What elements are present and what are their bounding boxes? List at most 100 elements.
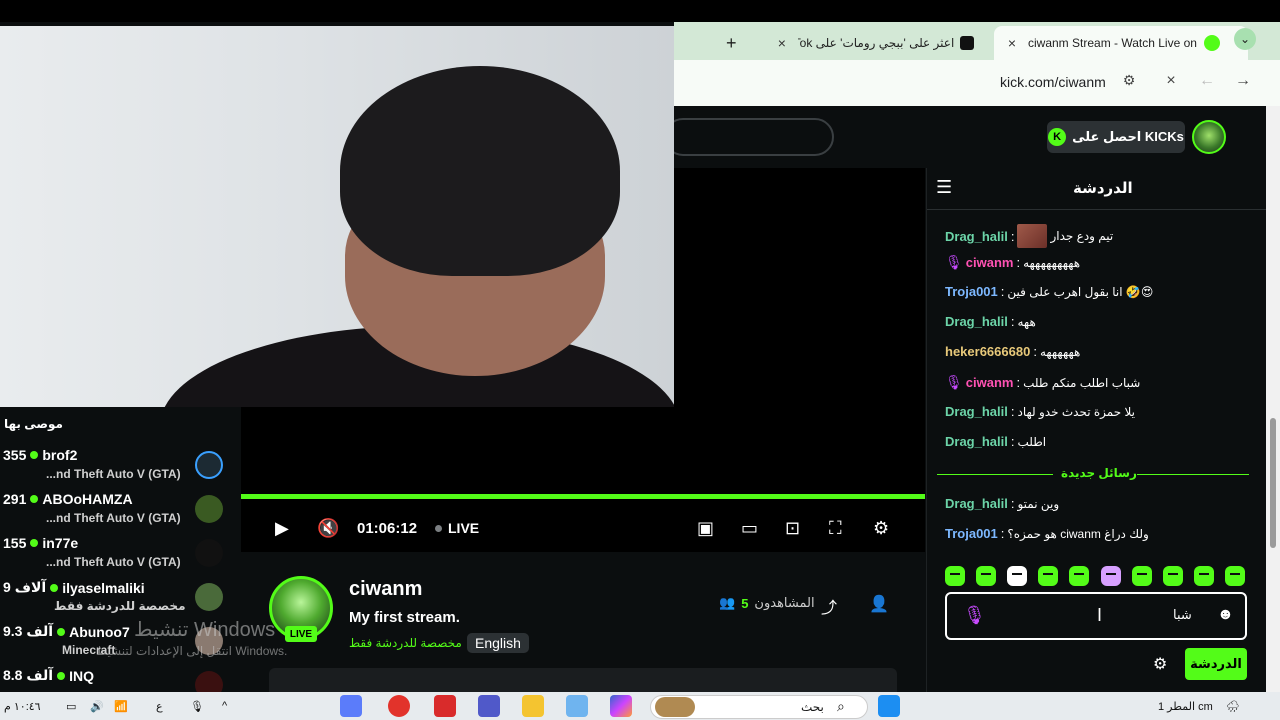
progress-bar[interactable] bbox=[241, 494, 925, 499]
emote-icon[interactable] bbox=[976, 566, 997, 586]
network-icon[interactable]: ▭ bbox=[66, 696, 76, 716]
viewer-count: 9 آلاف bbox=[3, 579, 47, 595]
kick-favicon-icon bbox=[1204, 35, 1220, 51]
share-icon[interactable]: ⤴ bbox=[821, 594, 837, 618]
site-settings-icon[interactable]: ⚙ bbox=[1118, 72, 1140, 89]
emote-icon[interactable] bbox=[1162, 566, 1183, 586]
chevron-up-icon[interactable]: ^ bbox=[222, 696, 227, 716]
theater-mode-icon[interactable]: ▭ bbox=[741, 516, 758, 540]
get-kicks-label: احصل على KICKs bbox=[1072, 129, 1184, 144]
miniplayer-icon[interactable]: ▣ bbox=[697, 516, 714, 540]
avatar bbox=[195, 495, 223, 523]
live-dot-icon bbox=[30, 495, 39, 503]
chat-username[interactable]: Drag_halil bbox=[945, 314, 1008, 329]
weather-text[interactable]: المطر 1 cm bbox=[1158, 696, 1213, 716]
photos-icon[interactable] bbox=[566, 695, 588, 717]
language-tag[interactable]: English bbox=[467, 633, 529, 653]
new-tab-button[interactable]: + bbox=[726, 26, 750, 60]
emote-icon[interactable] bbox=[1007, 566, 1028, 586]
chat-username[interactable]: Troja001 bbox=[945, 526, 998, 541]
search-input[interactable] bbox=[664, 118, 834, 156]
emote-icon[interactable] bbox=[1038, 566, 1059, 586]
page-scrollbar[interactable] bbox=[1266, 106, 1280, 692]
scrollbar-thumb[interactable] bbox=[1270, 418, 1276, 548]
recommended-item[interactable]: 155 in77e ...nd Theft Auto V (GTA) bbox=[0, 535, 241, 579]
chat-username[interactable]: ciwanm bbox=[966, 255, 1014, 270]
teams-icon[interactable] bbox=[340, 695, 362, 717]
volume-icon[interactable]: 🔊 bbox=[90, 696, 104, 716]
search-highlight-icon bbox=[655, 697, 695, 717]
chat-username[interactable]: ciwanm bbox=[966, 375, 1014, 390]
emote-icon[interactable] bbox=[945, 566, 965, 586]
avatar bbox=[195, 539, 223, 567]
recommended-item[interactable]: 291 ABOoHAMZA ...nd Theft Auto V (GTA) bbox=[0, 491, 241, 535]
wps-icon[interactable] bbox=[434, 695, 456, 717]
live-indicator[interactable]: LIVE bbox=[435, 516, 479, 540]
tab-search-button[interactable]: ⌄ bbox=[1234, 28, 1256, 50]
close-tab-icon[interactable]: × bbox=[774, 35, 790, 51]
chat-title: الدردشة bbox=[1073, 180, 1133, 197]
player-controls: ▶ 🔇 01:06:12 LIVE ▣ ▭ ⊡ ⛶ ⚙ bbox=[241, 508, 925, 548]
forward-arrow-icon[interactable]: ← bbox=[1196, 72, 1218, 90]
chat-message: Drag_halil: وين نمتو bbox=[945, 496, 1060, 511]
chevron-down-icon: ⌄ bbox=[1239, 32, 1251, 46]
app-icon[interactable] bbox=[388, 695, 410, 717]
input-language[interactable]: ع bbox=[156, 696, 163, 716]
chat-username[interactable]: heker6666680 bbox=[945, 344, 1030, 359]
channel-name[interactable]: ciwanm bbox=[349, 578, 422, 601]
tab-kick[interactable]: × ciwanm Stream - Watch Live on bbox=[994, 26, 1248, 60]
back-arrow-icon[interactable]: → bbox=[1232, 72, 1254, 90]
chat-message: Drag_halil: اطلب bbox=[945, 434, 1047, 449]
settings-gear-icon[interactable]: ⚙ bbox=[873, 516, 889, 540]
chat-input[interactable]: 🎙 I شبا ☻ bbox=[945, 592, 1247, 640]
recommended-item[interactable]: 355 brof2 ...nd Theft Auto V (GTA) bbox=[0, 447, 241, 491]
get-kicks-button[interactable]: K احصل على KICKs bbox=[1047, 121, 1185, 153]
file-explorer-icon[interactable] bbox=[522, 695, 544, 717]
live-dot-icon bbox=[435, 524, 442, 532]
channel-name: ilyaselmaliki bbox=[62, 579, 145, 596]
chat-settings-icon[interactable]: ⚙ bbox=[1153, 654, 1167, 674]
play-icon[interactable]: ▶ bbox=[275, 516, 289, 540]
emote-icon[interactable] bbox=[1100, 566, 1121, 586]
microphone-tray-icon[interactable]: 🎙 bbox=[190, 696, 204, 716]
category-link[interactable]: مخصصة للدردشة فقط bbox=[349, 636, 462, 650]
chat-username[interactable]: Drag_halil bbox=[945, 496, 1008, 511]
channel-name: ABOoHAMZA bbox=[42, 491, 133, 507]
chat-username[interactable]: Troja001 bbox=[945, 284, 998, 299]
address-bar: → ← × ⚙ kick.com/ciwanm bbox=[674, 60, 1280, 106]
follow-icon[interactable]: 👤 bbox=[869, 594, 889, 614]
chat-username[interactable]: Drag_halil bbox=[945, 229, 1008, 244]
collapse-chat-icon[interactable]: ☰ bbox=[936, 177, 952, 198]
teams-chat-icon[interactable] bbox=[478, 695, 500, 717]
microphone-icon[interactable]: 🎙 bbox=[963, 605, 986, 626]
mute-icon[interactable]: 🔇 bbox=[317, 516, 339, 540]
copilot-icon[interactable] bbox=[610, 695, 632, 717]
stream-time: 01:06:12 bbox=[357, 519, 418, 537]
chat-username[interactable]: Drag_halil bbox=[945, 434, 1008, 449]
emote-icon[interactable] bbox=[1224, 566, 1245, 586]
fullscreen-icon[interactable]: ⛶ bbox=[829, 516, 842, 540]
url-field[interactable]: kick.com/ciwanm bbox=[1000, 74, 1106, 90]
clip-icon[interactable]: ⊡ bbox=[785, 516, 800, 540]
emote-bar bbox=[945, 566, 1245, 588]
emote-icon[interactable] bbox=[1193, 566, 1214, 586]
wifi-icon[interactable]: 📶 bbox=[114, 696, 128, 716]
avatar bbox=[195, 583, 223, 611]
tab-tiktok[interactable]: × اعثر على 'ببجي رومات' على TikTok bbox=[764, 26, 984, 60]
category: ...nd Theft Auto V (GTA) bbox=[46, 467, 181, 481]
windows-start-icon[interactable] bbox=[878, 695, 900, 717]
new-messages-label: رسائل جديدة bbox=[1061, 466, 1137, 480]
taskbar-search[interactable]: بحث ⌕ bbox=[650, 695, 868, 719]
divider-line bbox=[1137, 474, 1249, 475]
weather-icon[interactable]: 🌧 bbox=[1226, 696, 1240, 716]
emote-icon[interactable] bbox=[1131, 566, 1152, 586]
chat-username[interactable]: Drag_halil bbox=[945, 404, 1008, 419]
close-tab-icon[interactable]: × bbox=[1004, 35, 1020, 51]
taskbar-clock[interactable]: ١٠:٤٦ م bbox=[4, 696, 41, 716]
send-chat-button[interactable]: الدردشة bbox=[1185, 648, 1247, 680]
emote-icon[interactable] bbox=[1069, 566, 1090, 586]
emoji-picker-icon[interactable]: ☻ bbox=[1217, 606, 1234, 624]
live-dot-icon bbox=[50, 583, 59, 592]
stop-icon[interactable]: × bbox=[1160, 72, 1182, 90]
user-avatar[interactable] bbox=[1192, 120, 1226, 154]
